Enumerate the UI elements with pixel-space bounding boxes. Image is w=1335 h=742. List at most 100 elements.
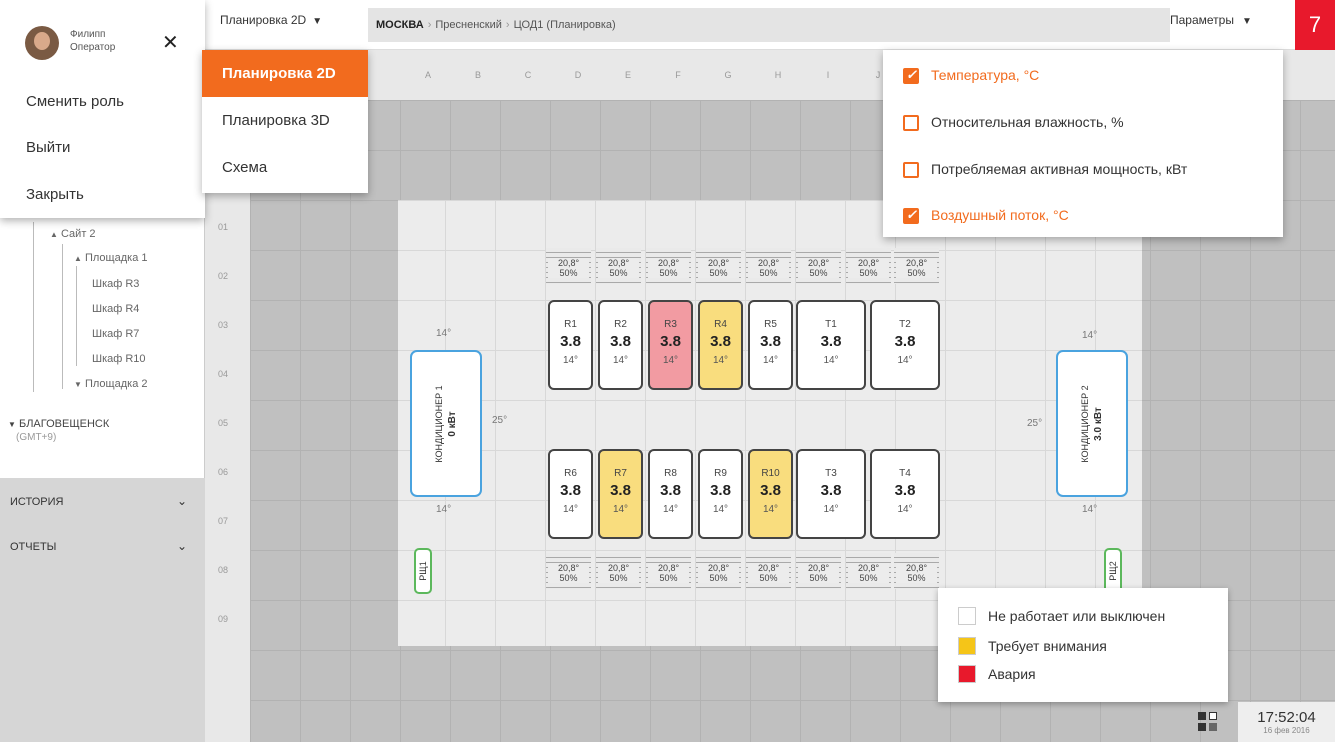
- tree-item-cab-r7[interactable]: Шкаф R7: [92, 328, 139, 340]
- env-temp: 20,8°: [657, 563, 680, 573]
- rack-r2[interactable]: R2 3.8 14°: [598, 300, 643, 390]
- legend-toggle-icon[interactable]: [1198, 712, 1220, 734]
- chevron-down-icon: ⌄: [176, 539, 187, 553]
- section-label: ОТЧЕТЫ: [10, 541, 57, 553]
- section-reports[interactable]: ОТЧЕТЫ ⌄: [10, 539, 195, 553]
- tree-item-cab-r3[interactable]: Шкаф R3: [92, 278, 139, 290]
- tree-line: [76, 266, 77, 366]
- logout-item[interactable]: Выйти: [26, 139, 70, 156]
- env-temp: 20,8°: [557, 258, 580, 268]
- rack-t4[interactable]: T4 3.8 14°: [870, 449, 940, 539]
- rack-name: R10: [761, 468, 780, 479]
- rack-r10[interactable]: R10 3.8 14°: [748, 449, 793, 539]
- user-menu: Филипп Оператор ✕ Сменить роль Выйти Закр…: [0, 0, 205, 218]
- pdu-1[interactable]: РЩ1: [414, 548, 432, 594]
- env-values: 20,8° 50%: [848, 258, 889, 278]
- rack-r1[interactable]: R1 3.8 14°: [548, 300, 593, 390]
- legend-label: Требует внимания: [988, 638, 1107, 654]
- env-humidity: 50%: [859, 573, 878, 583]
- triangle-down-icon: ▼: [8, 420, 16, 429]
- env-temp: 20,8°: [807, 563, 830, 573]
- row-label: 07: [218, 516, 229, 526]
- clock-date: 16 фев 2016: [1263, 726, 1310, 735]
- breadcrumb-city[interactable]: МОСКВА: [376, 19, 424, 31]
- close-icon[interactable]: ✕: [162, 30, 179, 55]
- breadcrumb-datacenter[interactable]: ЦОД1 (Планировка): [514, 19, 616, 31]
- tree-item-city[interactable]: ▼ БЛАГОВЕЩЕНСК: [8, 418, 109, 430]
- tree-item-label: Площадка 1: [84, 252, 148, 264]
- env-values: 20,8° 50%: [748, 258, 789, 278]
- view-selector[interactable]: Планировка 2D ▼: [220, 13, 322, 27]
- param-label: Потребляемая активная мощность, кВт: [931, 161, 1188, 177]
- rack-temp: 14°: [712, 355, 729, 366]
- rack-value: 3.8: [560, 333, 581, 350]
- legend-alarm: Авария: [958, 665, 1036, 683]
- param-power[interactable]: Потребляемая активная мощность, кВт: [903, 161, 1188, 178]
- change-role-item[interactable]: Сменить роль: [26, 93, 124, 110]
- env-values: 20,8° 50%: [598, 563, 639, 583]
- env-sensor: 20,8° 50%: [746, 553, 791, 589]
- close-item[interactable]: Закрыть: [26, 186, 84, 203]
- params-button[interactable]: Параметры ▼: [1170, 13, 1252, 27]
- row-label: 08: [218, 565, 229, 575]
- view-option-3d[interactable]: Планировка 3D: [202, 97, 368, 144]
- env-values: 20,8° 50%: [896, 258, 937, 278]
- rack-name: T2: [899, 319, 911, 330]
- env-values: 20,8° 50%: [748, 563, 789, 583]
- param-label: Воздушный поток, °C: [931, 207, 1069, 223]
- notification-badge[interactable]: 7: [1295, 0, 1335, 50]
- breadcrumb-district[interactable]: Пресненский: [435, 19, 502, 31]
- rack-value: 3.8: [820, 333, 842, 350]
- env-temp: 20,8°: [557, 563, 580, 573]
- top-bar: Планировка 2D ▼ МОСКВА › Пресненский › ЦОД1 (…: [205, 0, 1335, 50]
- env-values: 20,8° 50%: [698, 563, 739, 583]
- rack-temp: 14°: [897, 355, 913, 366]
- rack-value: 3.8: [820, 482, 842, 499]
- clock: 17:52:04 16 фев 2016: [1238, 702, 1335, 742]
- tree-item-label: БЛАГОВЕЩЕНСК: [18, 418, 110, 430]
- env-values: 20,8° 50%: [598, 258, 639, 278]
- clock-time: 17:52:04: [1257, 709, 1316, 726]
- air-conditioner-2[interactable]: КОНДИЦИОНЕР 2 3.0 кВт: [1056, 350, 1128, 497]
- rack-value: 3.8: [560, 482, 581, 499]
- tree-item-cab-r10[interactable]: Шкаф R10: [92, 353, 146, 365]
- param-airflow[interactable]: Воздушный поток, °C: [903, 207, 1069, 224]
- rack-r5[interactable]: R5 3.8 14°: [748, 300, 793, 390]
- env-temp: 20,8°: [657, 258, 680, 268]
- section-history[interactable]: ИСТОРИЯ ⌄: [10, 494, 195, 508]
- view-option-2d[interactable]: Планировка 2D: [202, 50, 368, 97]
- rack-value: 3.8: [894, 333, 916, 350]
- tree-item-site2[interactable]: ▲ Сайт 2: [50, 228, 96, 240]
- env-humidity: 50%: [907, 573, 926, 583]
- env-temp: 20,8°: [857, 563, 880, 573]
- rack-t2[interactable]: T2 3.8 14°: [870, 300, 940, 390]
- rack-r7[interactable]: R7 3.8 14°: [598, 449, 643, 539]
- rack-r3[interactable]: R3 3.8 14°: [648, 300, 693, 390]
- rack-r6[interactable]: R6 3.8 14°: [548, 449, 593, 539]
- tree-item-area1[interactable]: ▲ Площадка 1: [74, 252, 147, 264]
- chevron-right-icon: ›: [505, 19, 510, 31]
- env-sensor: 20,8° 50%: [846, 553, 891, 589]
- square-icon: [1209, 723, 1217, 731]
- section-label: ИСТОРИЯ: [10, 496, 64, 508]
- view-option-schema[interactable]: Схема: [202, 144, 368, 191]
- air-conditioner-1[interactable]: КОНДИЦИОНЕР 10 кВт: [410, 350, 482, 497]
- env-sensor: 20,8° 50%: [646, 248, 691, 284]
- rack-value: 3.8: [894, 482, 916, 499]
- tree-item-timezone: (GMT+9): [16, 432, 57, 443]
- avatar[interactable]: [25, 26, 59, 60]
- rack-t3[interactable]: T3 3.8 14°: [796, 449, 866, 539]
- rack-t1[interactable]: T1 3.8 14°: [796, 300, 866, 390]
- rack-r9[interactable]: R9 3.8 14°: [698, 449, 743, 539]
- param-humidity[interactable]: Относительная влажность, %: [903, 114, 1124, 131]
- column-label: C: [524, 70, 532, 80]
- env-values: 20,8° 50%: [548, 563, 589, 583]
- tree-item-cab-r4[interactable]: Шкаф R4: [92, 303, 139, 315]
- caret-down-icon: ▼: [1241, 16, 1252, 27]
- params-label: Параметры: [1170, 13, 1234, 27]
- rack-r4[interactable]: R4 3.8 14°: [698, 300, 743, 390]
- env-temp: 20,8°: [607, 258, 630, 268]
- tree-item-area2[interactable]: ▼ Площадка 2: [74, 378, 147, 390]
- param-temperature[interactable]: Температура, °C: [903, 67, 1039, 84]
- rack-r8[interactable]: R8 3.8 14°: [648, 449, 693, 539]
